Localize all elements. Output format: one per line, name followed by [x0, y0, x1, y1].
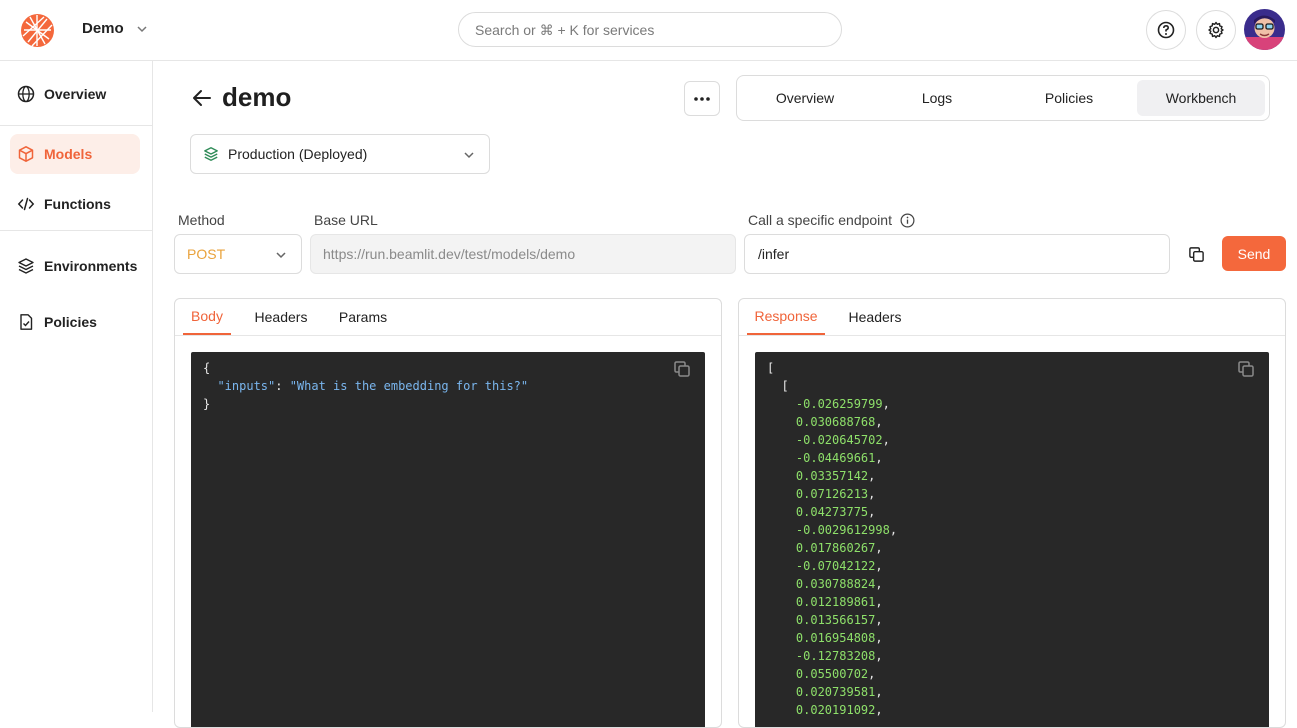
sidebar-item-models[interactable]: Models	[10, 134, 140, 174]
copy-url-button[interactable]	[1184, 242, 1208, 266]
layers-icon	[18, 258, 34, 274]
endpoint-label: Call a specific endpoint	[748, 212, 892, 228]
info-icon[interactable]	[900, 213, 915, 228]
beamlit-logo-icon[interactable]	[20, 13, 55, 48]
copy-icon[interactable]	[673, 360, 691, 378]
environment-select[interactable]: Production (Deployed)	[190, 134, 490, 174]
top-bar: Demo	[0, 0, 1297, 61]
document-check-icon	[20, 314, 33, 330]
request-tabs: Body Headers Params	[175, 299, 721, 336]
sidebar-item-overview[interactable]: Overview	[10, 74, 140, 114]
sidebar-item-label: Overview	[44, 86, 107, 102]
code-line: {	[203, 361, 211, 375]
response-value: -0.0029612998	[795, 523, 890, 537]
base-url-label: Base URL	[314, 212, 378, 228]
model-tabs: Overview Logs Policies Workbench	[736, 75, 1270, 121]
base-url-field: https://run.beamlit.dev/test/models/demo	[310, 234, 736, 274]
sidebar-item-functions[interactable]: Functions	[10, 184, 140, 224]
send-button[interactable]: Send	[1222, 236, 1286, 271]
method-select[interactable]: POST	[174, 234, 302, 274]
copy-icon[interactable]	[1237, 360, 1255, 378]
tab-overview[interactable]: Overview	[741, 80, 869, 116]
globe-icon	[17, 85, 35, 103]
response-value: 0.012189861	[795, 595, 876, 609]
json-value: "What is the embedding for this?"	[289, 379, 529, 393]
response-value: 0.030788824	[795, 577, 876, 591]
tab-workbench[interactable]: Workbench	[1137, 80, 1265, 116]
tab-body[interactable]: Body	[183, 299, 231, 335]
settings-button[interactable]	[1196, 10, 1236, 50]
sidebar-item-label: Models	[44, 146, 93, 162]
workspace-name: Demo	[82, 20, 124, 37]
code-line: [	[767, 361, 775, 375]
ellipsis-icon	[694, 96, 710, 101]
divider	[0, 125, 152, 126]
chevron-down-icon	[276, 252, 286, 259]
tab-policies[interactable]: Policies	[1005, 80, 1133, 116]
more-options-button[interactable]	[684, 81, 720, 116]
sidebar-item-environments[interactable]: Environments	[10, 246, 140, 286]
sidebar-item-label: Policies	[44, 314, 97, 330]
tab-response[interactable]: Response	[747, 299, 825, 335]
copy-icon	[1188, 246, 1204, 262]
workspace-switcher[interactable]: Demo	[82, 20, 148, 37]
back-arrow-icon[interactable]	[190, 86, 214, 110]
method-value: POST	[187, 246, 226, 262]
response-value: 0.016954808	[795, 631, 876, 645]
json-key: "inputs"	[217, 379, 276, 393]
response-value: -0.04469661	[795, 451, 876, 465]
code-icon	[17, 197, 35, 211]
endpoint-label-group: Call a specific endpoint	[748, 212, 915, 228]
request-body-editor[interactable]: { "inputs": "What is the embedding for t…	[191, 352, 705, 727]
response-value: 0.04273775	[795, 505, 869, 519]
response-value: 0.020191092	[795, 703, 876, 717]
sidebar: Overview Models Functions Environments P…	[0, 61, 153, 712]
response-body-viewer: [ [ -0.026259799, 0.030688768, -0.020645…	[755, 352, 1269, 727]
request-panel: Body Headers Params { "inputs": "What is…	[174, 298, 722, 728]
response-panel: Response Headers [ [ -0.026259799, 0.030…	[738, 298, 1286, 728]
response-value: -0.12783208	[795, 649, 876, 663]
response-value: 0.020739581	[795, 685, 876, 699]
chevron-down-icon	[137, 26, 147, 33]
response-value: -0.020645702	[795, 433, 883, 447]
gear-icon	[1208, 21, 1224, 39]
sidebar-item-label: Functions	[44, 196, 111, 212]
user-avatar[interactable]	[1244, 9, 1285, 50]
response-value: 0.07126213	[795, 487, 869, 501]
response-value: 0.030688768	[795, 415, 876, 429]
divider	[0, 230, 152, 231]
chevron-down-icon	[464, 152, 474, 159]
response-value: -0.026259799	[795, 397, 883, 411]
sidebar-item-policies[interactable]: Policies	[10, 302, 140, 342]
environment-value: Production (Deployed)	[228, 146, 368, 162]
response-value: 0.013566157	[795, 613, 876, 627]
page-title: demo	[222, 82, 292, 112]
code-line: [	[781, 379, 789, 393]
cube-icon	[18, 146, 34, 162]
response-value: 0.017860267	[795, 541, 876, 555]
tab-params[interactable]: Params	[331, 299, 395, 335]
tab-headers[interactable]: Headers	[247, 299, 315, 335]
code-line: }	[203, 397, 211, 411]
endpoint-input[interactable]	[744, 234, 1170, 274]
layers-icon	[204, 147, 218, 161]
method-label: Method	[178, 212, 225, 228]
search-input[interactable]	[458, 12, 842, 47]
tab-logs[interactable]: Logs	[873, 80, 1001, 116]
response-value: -0.07042122	[795, 559, 876, 573]
help-button[interactable]	[1146, 10, 1186, 50]
response-value: 0.03357142	[795, 469, 869, 483]
help-icon	[1157, 21, 1175, 39]
sidebar-item-label: Environments	[44, 258, 138, 274]
response-tabs: Response Headers	[739, 299, 1285, 336]
tab-response-headers[interactable]: Headers	[841, 299, 909, 335]
response-value: 0.05500702	[795, 667, 869, 681]
